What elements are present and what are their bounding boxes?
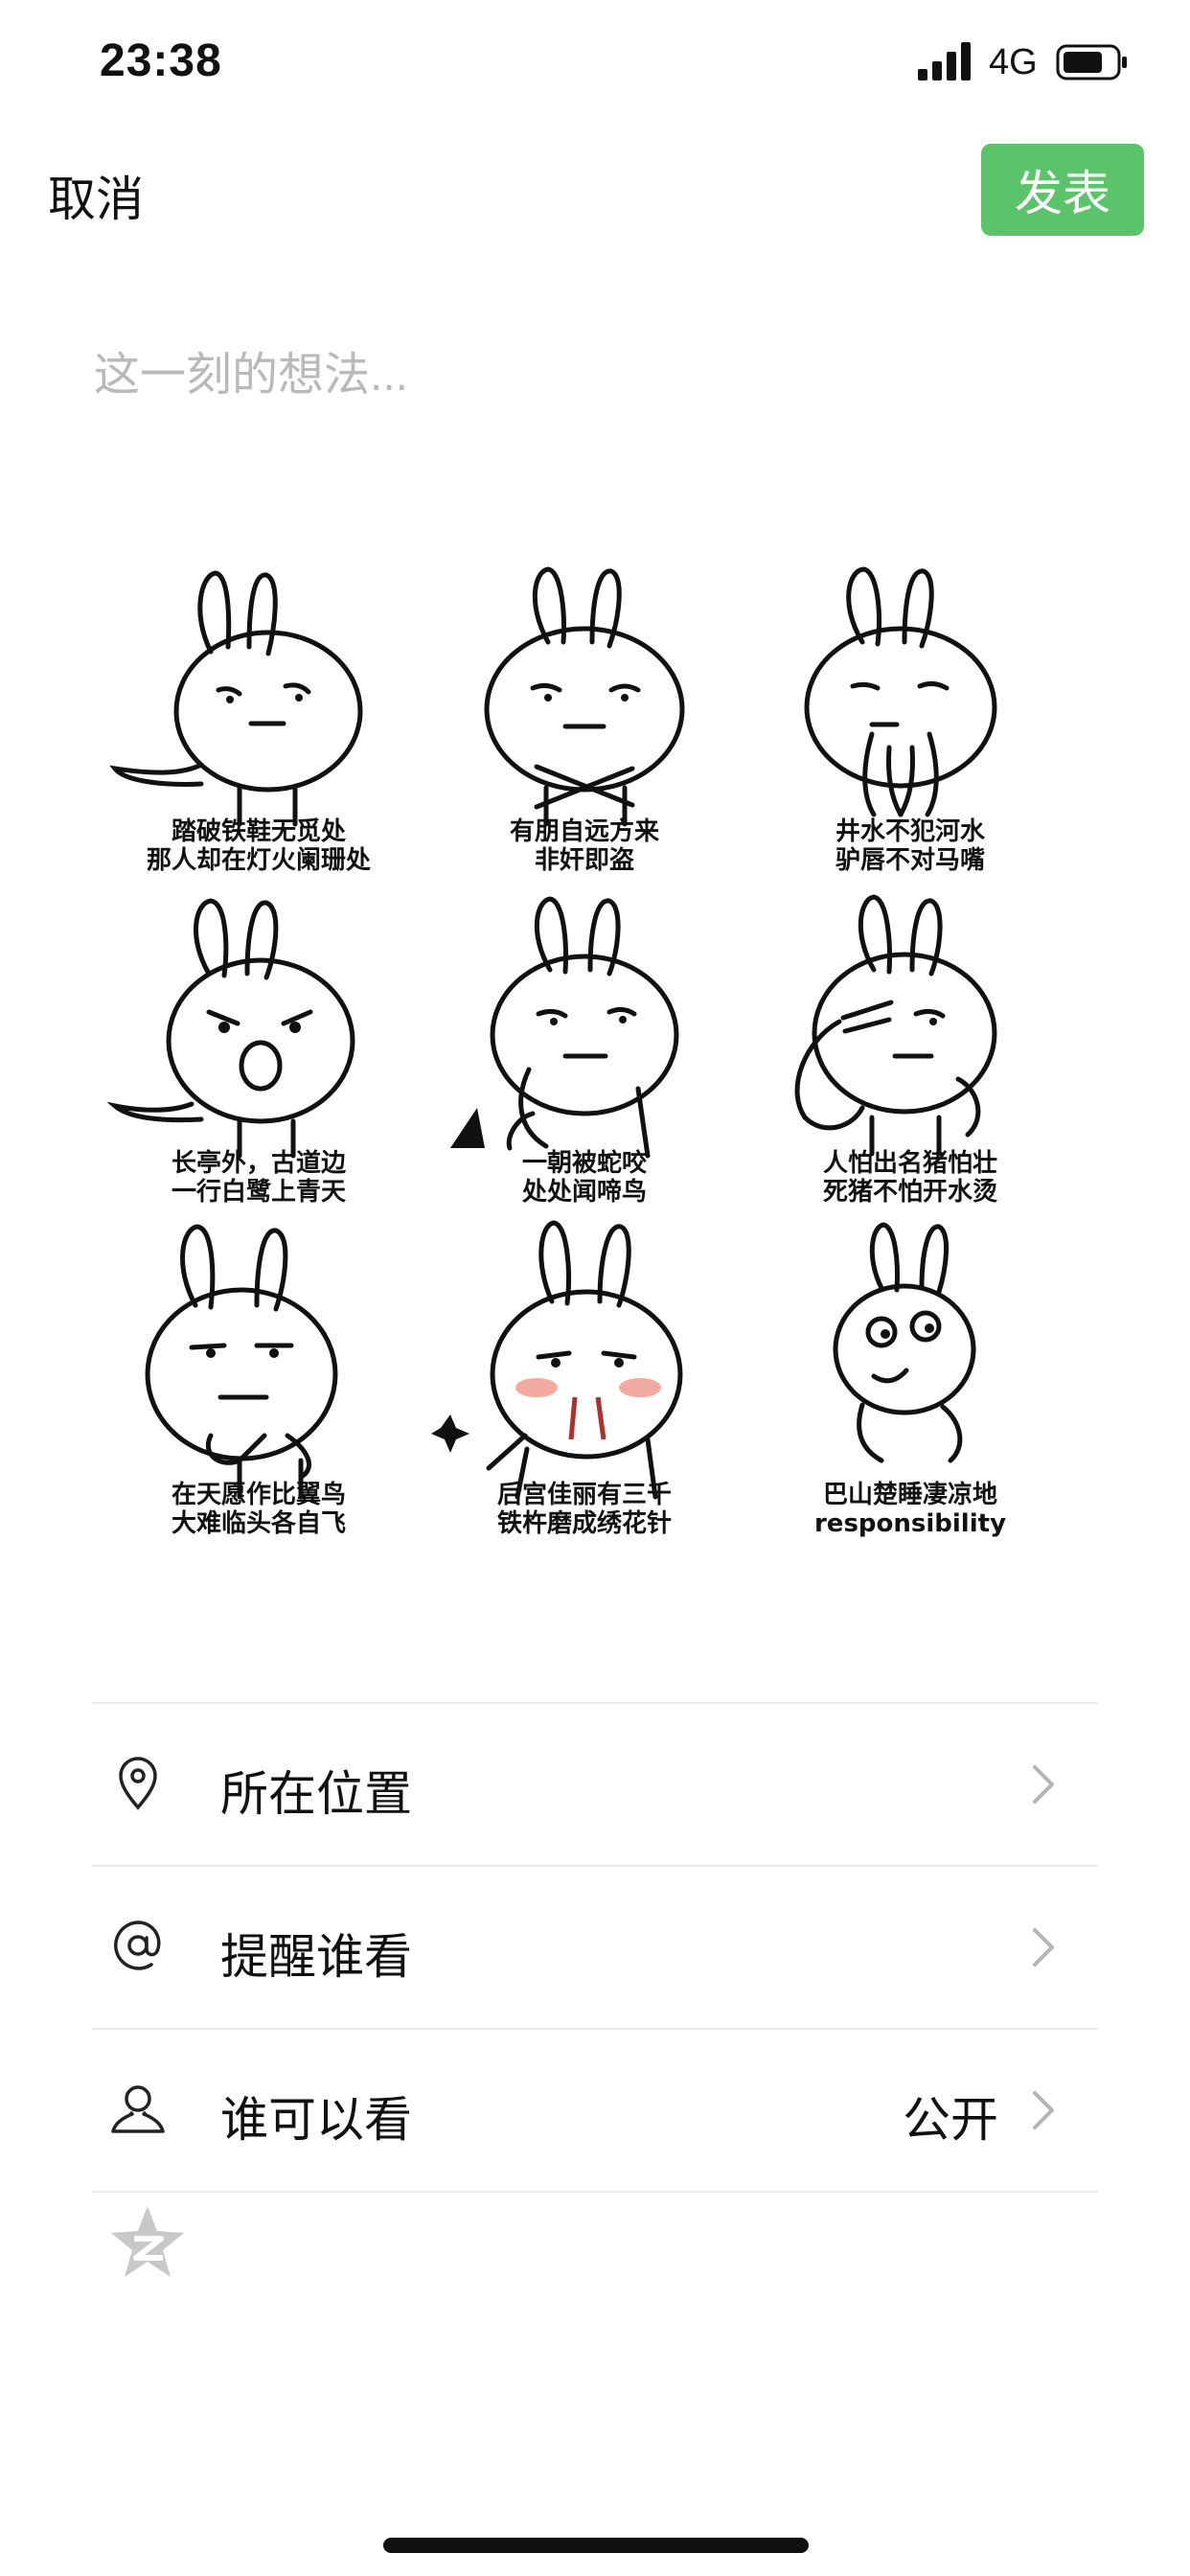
- chevron-right-icon: [1033, 1765, 1054, 1804]
- image-grid: 踏破铁鞋无觅处 那人却在灯火阑珊处 有朋自远方来 非奸即盗 井水不犯河水 驴唇不…: [96, 546, 1073, 1543]
- thought-input[interactable]: [92, 316, 1102, 433]
- location-row[interactable]: 所在位置: [92, 1704, 1098, 1863]
- chevron-right-icon: [1033, 1928, 1054, 1966]
- grid-image[interactable]: 在天愿作比翼鸟 大难临头各自飞: [96, 1209, 422, 1541]
- meme-caption: 后宫佳丽有三千: [496, 1481, 672, 1509]
- status-time: 23:38: [100, 35, 222, 86]
- grid-image[interactable]: 井水不犯河水 驴唇不对马嘴: [747, 546, 1073, 878]
- meme-caption: 处处闻啼鸟: [521, 1178, 647, 1207]
- grid-image[interactable]: 有朋自远方来 非奸即盗: [422, 546, 747, 878]
- at-sign-icon: [114, 1920, 161, 1970]
- location-label: 所在位置: [220, 1767, 412, 1821]
- person-icon: [111, 2085, 165, 2133]
- grid-image[interactable]: 人怕出名猪怕壮 死猪不怕开水烫: [747, 878, 1073, 1209]
- meme-caption: responsibility: [813, 1509, 1007, 1538]
- meme-caption: 大难临头各自飞: [171, 1509, 346, 1538]
- grid-image[interactable]: 长亭外，古道边 一行白鹭上青天: [96, 878, 422, 1209]
- mention-row[interactable]: 提醒谁看: [92, 1867, 1098, 2026]
- mention-label: 提醒谁看: [220, 1930, 412, 1984]
- signal-icon: [918, 42, 971, 80]
- meme-caption: 那人却在灯火阑珊处: [146, 846, 371, 875]
- visibility-value: 公开: [903, 2093, 998, 2147]
- meme-caption: 踏破铁鞋无觅处: [171, 817, 346, 846]
- grid-image[interactable]: 巴山楚睡凄凉地 responsibility: [747, 1209, 1073, 1541]
- divider: [92, 2191, 1098, 2193]
- meme-caption: 人怕出名猪怕壮: [822, 1149, 997, 1178]
- meme-caption: 巴山楚睡凄凉地: [822, 1481, 997, 1509]
- compose-moment-screen: 23:38 4G 取消 发表 这一刻的想法... 踏破铁鞋无觅处 那人却在灯火阑…: [0, 0, 1190, 2576]
- visibility-row[interactable]: 谁可以看 公开: [92, 2030, 1098, 2189]
- grid-image[interactable]: 一朝被蛇咬 处处闻啼鸟: [422, 878, 747, 1209]
- visibility-label: 谁可以看: [220, 2093, 412, 2147]
- publish-button[interactable]: 发表: [981, 144, 1144, 236]
- meme-caption: 井水不犯河水: [835, 817, 985, 846]
- location-pin-icon: [119, 1757, 157, 1810]
- status-bar: 23:38 4G: [0, 0, 1190, 134]
- cancel-button[interactable]: 取消: [48, 161, 144, 230]
- home-indicator[interactable]: [383, 2538, 809, 2553]
- meme-caption: 一朝被蛇咬: [521, 1149, 647, 1178]
- qzone-share-icon[interactable]: [107, 2202, 188, 2283]
- meme-caption: 非奸即盗: [534, 846, 634, 875]
- grid-image[interactable]: 后宫佳丽有三千 铁杵磨成绣花针: [422, 1209, 747, 1541]
- meme-caption: 有朋自远方来: [509, 817, 659, 846]
- battery-icon: [1056, 44, 1127, 80]
- meme-caption: 铁杵磨成绣花针: [496, 1509, 672, 1538]
- grid-image[interactable]: 踏破铁鞋无觅处 那人却在灯火阑珊处: [96, 546, 422, 878]
- chevron-right-icon: [1033, 2091, 1054, 2129]
- meme-caption: 在天愿作比翼鸟: [171, 1481, 346, 1509]
- meme-caption: 驴唇不对马嘴: [835, 846, 985, 875]
- meme-caption: 一行白鹭上青天: [171, 1178, 346, 1207]
- network-type: 4G: [989, 42, 1038, 82]
- meme-caption: 死猪不怕开水烫: [822, 1178, 997, 1207]
- meme-caption: 长亭外，古道边: [171, 1149, 346, 1178]
